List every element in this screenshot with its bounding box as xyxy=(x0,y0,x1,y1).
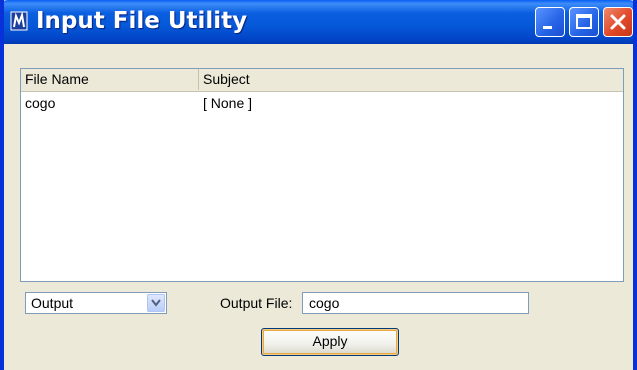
minimize-button[interactable] xyxy=(535,7,565,37)
dropdown-button[interactable] xyxy=(147,294,165,312)
maximize-icon xyxy=(576,14,592,29)
close-button[interactable] xyxy=(603,7,633,37)
apply-button[interactable]: Apply xyxy=(261,328,399,356)
list-header: File Name Subject xyxy=(21,69,623,92)
title-bar[interactable]: Input File Utility xyxy=(4,0,633,44)
file-list[interactable]: File Name Subject cogo [ None ] xyxy=(20,68,624,282)
maximize-button[interactable] xyxy=(569,7,599,37)
output-file-label: Output File: xyxy=(220,295,293,311)
minimize-icon xyxy=(543,26,552,29)
output-file-input[interactable] xyxy=(302,292,529,314)
cell-file-name: cogo xyxy=(25,95,56,111)
app-icon xyxy=(10,10,28,32)
mode-dropdown[interactable]: Output xyxy=(25,292,167,314)
mode-dropdown-value: Output xyxy=(31,295,74,311)
chevron-down-icon xyxy=(151,299,161,307)
list-row[interactable]: cogo [ None ] xyxy=(21,93,623,113)
cell-subject: [ None ] xyxy=(203,95,253,111)
window-title: Input File Utility xyxy=(36,8,248,34)
column-header-file-name[interactable]: File Name xyxy=(21,69,199,90)
close-icon xyxy=(610,14,626,30)
column-header-subject[interactable]: Subject xyxy=(199,69,623,90)
input-file-utility-window: Input File Utility File Name Subject cog… xyxy=(0,0,637,370)
